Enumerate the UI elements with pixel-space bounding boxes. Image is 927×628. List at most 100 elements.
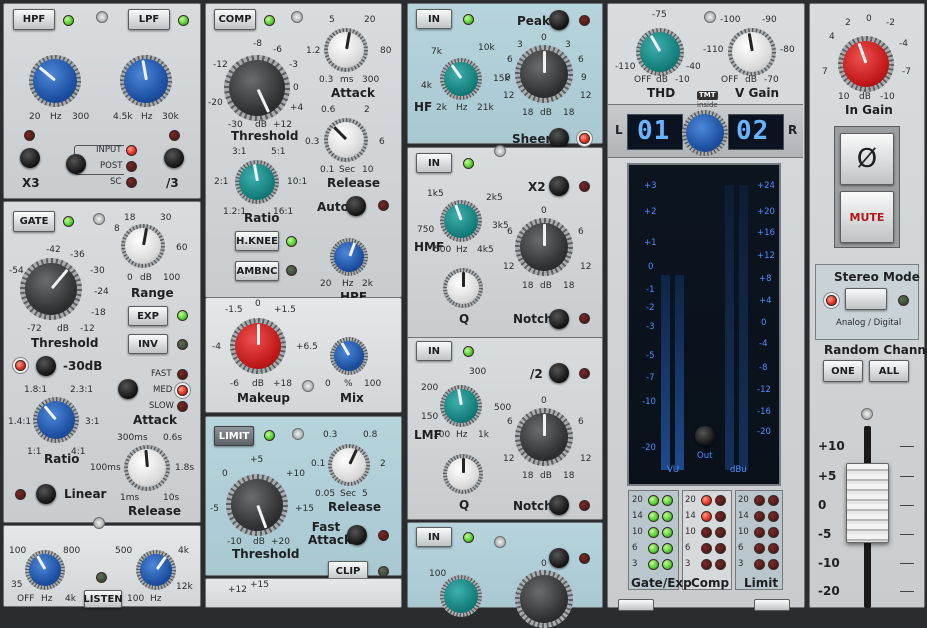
gate-threshold-tick: -54 <box>9 266 24 276</box>
sidechain-hpf-tick: Hz <box>41 594 53 604</box>
sheen-button[interactable] <box>549 128 569 148</box>
thd-knob[interactable] <box>636 28 684 76</box>
auto-button[interactable] <box>346 196 366 216</box>
sidechain-lpf-knob[interactable] <box>136 550 176 590</box>
fader-handle[interactable] <box>846 463 889 543</box>
hpf-button[interactable]: HPF <box>13 9 55 30</box>
med-label: MED <box>153 385 173 395</box>
eq-lf-gain-knob[interactable] <box>515 570 573 628</box>
eq-hmf-in-button[interactable]: IN <box>416 153 452 173</box>
eq-lf-freq-knob[interactable] <box>440 575 482 617</box>
gate-threshold-tick: -72 <box>27 324 42 334</box>
dbu-tick: +24 <box>757 181 775 191</box>
thd-tick: -40 <box>686 62 701 72</box>
div3-button[interactable] <box>164 148 184 168</box>
fast-attack-button[interactable] <box>347 525 367 545</box>
minus30db-button[interactable] <box>36 356 56 376</box>
comp-ratio-knob[interactable] <box>235 160 279 204</box>
eq-hmf-freq-tick: 4k5 <box>477 245 494 255</box>
lmf-notch-button[interactable] <box>549 495 569 515</box>
hknee-button[interactable]: H.KNEE <box>235 231 279 251</box>
vgain-knob[interactable] <box>728 28 776 76</box>
comp-release-knob[interactable] <box>324 118 368 162</box>
eq-hmf-freq-knob[interactable] <box>440 200 482 242</box>
listen-button[interactable]: LISTEN <box>83 590 123 608</box>
gr-led <box>754 527 765 538</box>
routing-select-button[interactable] <box>66 154 86 174</box>
limit-threshold-knob[interactable] <box>226 474 288 536</box>
gate-attack-button[interactable] <box>118 379 138 399</box>
dbu-tick: -20 <box>757 427 771 437</box>
eq-hf-in-led <box>463 14 474 25</box>
hpf-scale-min: 20 <box>29 112 41 122</box>
comp-threshold-knob[interactable] <box>224 55 290 121</box>
random-all-button[interactable]: ALL <box>869 360 909 382</box>
eq-lmf-gain-knob[interactable] <box>515 408 573 466</box>
linear-button[interactable] <box>36 484 56 504</box>
eq-lf-in-button[interactable]: IN <box>416 527 452 547</box>
dbu-tick: +12 <box>757 251 775 261</box>
comp-button[interactable]: COMP <box>214 9 256 30</box>
bottom-button-left[interactable] <box>618 599 654 611</box>
limit-release-knob[interactable] <box>328 444 370 486</box>
inv-button[interactable]: INV <box>128 334 168 354</box>
limit-threshold-tick: -5 <box>210 504 219 514</box>
stereo-mode-button[interactable] <box>845 288 887 310</box>
dbu-label: dBu <box>730 465 747 475</box>
limit-led <box>264 430 275 441</box>
eq-hmf-gain-tick: 18 <box>563 281 575 291</box>
eq-lmf-in-led <box>463 346 474 357</box>
hpf-knob[interactable] <box>29 55 81 107</box>
gate-ratio-knob[interactable] <box>33 397 79 443</box>
screw-icon <box>494 536 506 548</box>
gate-release-tick: 1ms <box>120 493 140 503</box>
gr-led <box>701 495 712 506</box>
eq-lmf-in-button[interactable]: IN <box>416 341 452 361</box>
limit-threshold-tick: +20 <box>271 537 290 547</box>
gr-led <box>662 559 673 570</box>
vu-tick: 0 <box>648 262 654 272</box>
eq-hf-gain-knob[interactable] <box>515 45 573 103</box>
limit-button[interactable]: LIMIT <box>214 426 254 446</box>
limit-release-tick: 0.1 <box>311 459 326 469</box>
mute-button[interactable]: MUTE <box>840 191 894 243</box>
x2-button[interactable] <box>549 176 569 196</box>
comp-hpf-knob[interactable] <box>330 238 368 276</box>
notch-button[interactable] <box>549 309 569 329</box>
peak-button[interactable] <box>549 10 569 30</box>
eq-lmf-freq-knob[interactable] <box>440 385 482 427</box>
gate-release-knob[interactable] <box>124 445 170 491</box>
eq-hf-in-button[interactable]: IN <box>416 9 452 29</box>
random-one-button[interactable]: ONE <box>823 360 863 382</box>
sidechain-hpf-knob[interactable] <box>25 550 65 590</box>
lmf-notch-led <box>579 500 590 511</box>
gate-range-knob[interactable] <box>121 224 165 268</box>
phase-invert-button[interactable]: Ø <box>840 133 894 185</box>
bottom-button-right[interactable] <box>754 599 790 611</box>
eq-hmf-q-knob[interactable] <box>443 268 483 308</box>
mix-knob[interactable] <box>330 337 368 375</box>
eq-hf-freq-knob[interactable] <box>440 58 482 100</box>
screw-icon <box>96 11 108 23</box>
output-meter-button[interactable] <box>695 426 715 446</box>
exp-button[interactable]: EXP <box>128 306 168 326</box>
x3-button[interactable] <box>20 148 40 168</box>
lf-button[interactable] <box>549 548 569 568</box>
channel-knob[interactable] <box>682 110 728 156</box>
eq-lmf-q-knob[interactable] <box>443 454 483 494</box>
comp-threshold-tick: -8 <box>253 39 262 49</box>
makeup-knob[interactable] <box>230 318 286 374</box>
comp-attack-knob[interactable] <box>324 28 368 72</box>
gate-ratio-tick: 1:1 <box>27 447 42 457</box>
ambnc-button[interactable]: AMBNC <box>235 261 279 281</box>
slow-label: SLOW <box>149 401 174 411</box>
gate-release-tick: 0.6s <box>163 433 183 443</box>
limit-release-tick: 2 <box>380 459 386 469</box>
eq-hmf-gain-knob[interactable] <box>515 218 573 276</box>
lpf-knob[interactable] <box>120 55 172 107</box>
lpf-button[interactable]: LPF <box>128 9 170 30</box>
div2-button[interactable] <box>549 363 569 383</box>
in-gain-knob[interactable] <box>838 36 894 92</box>
gate-button[interactable]: GATE <box>13 211 55 232</box>
gate-threshold-knob[interactable] <box>20 258 82 320</box>
